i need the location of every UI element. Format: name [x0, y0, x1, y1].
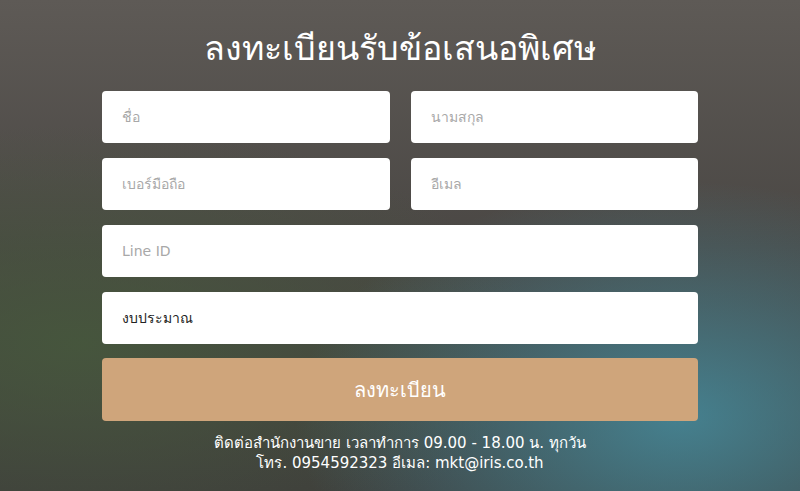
contact-line: โทร. 0954592323 อีเมล: mkt@iris.co.th — [102, 453, 698, 473]
text-input[interactable] — [411, 91, 699, 143]
registration-form: ลงทะเบียนรับข้อเสนอพิเศษงบประมาณลงทะเบีย… — [102, 0, 698, 473]
text-input[interactable] — [102, 158, 390, 210]
contact-info: ติดต่อสำนักงานขาย เวลาทำการ 09.00 - 18.0… — [102, 433, 698, 473]
registration-page: ลงทะเบียนรับข้อเสนอพิเศษงบประมาณลงทะเบีย… — [0, 0, 800, 491]
form-title: ลงทะเบียนรับข้อเสนอพิเศษ — [102, 26, 698, 70]
form-row: งบประมาณ — [102, 292, 698, 344]
select-value: งบประมาณ — [122, 307, 193, 329]
form-row — [102, 225, 698, 277]
text-input[interactable] — [411, 158, 699, 210]
text-input[interactable] — [102, 91, 390, 143]
budget-select[interactable]: งบประมาณ — [102, 292, 698, 344]
contact-line: ติดต่อสำนักงานขาย เวลาทำการ 09.00 - 18.0… — [102, 433, 698, 453]
form-row — [102, 91, 698, 143]
text-input[interactable] — [102, 225, 698, 277]
submit-button[interactable]: ลงทะเบียน — [102, 358, 698, 421]
form-row — [102, 158, 698, 210]
